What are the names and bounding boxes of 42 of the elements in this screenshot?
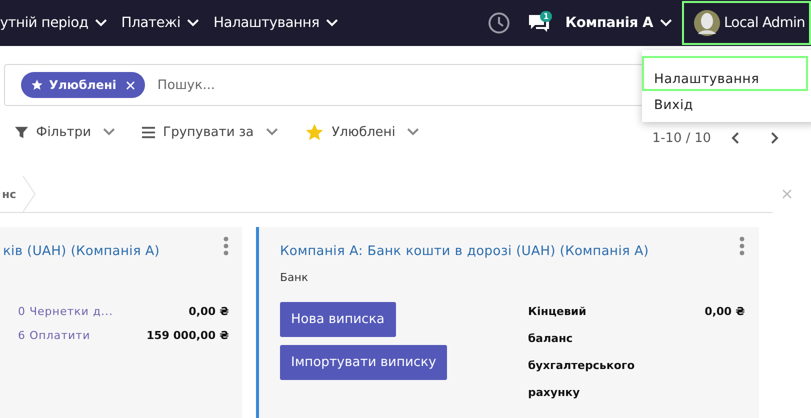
- filters-button[interactable]: Фільтри: [15, 124, 116, 140]
- more-options-icon[interactable]: [739, 236, 745, 256]
- breadcrumb-item[interactable]: нс: [0, 188, 16, 200]
- list-icon: [142, 126, 156, 138]
- previous-page-icon[interactable]: [731, 132, 739, 144]
- journal-link[interactable]: 0 Чернетки д...: [18, 305, 114, 318]
- caret-icon: [407, 128, 420, 136]
- nav-menu[interactable]: утній період: [0, 0, 108, 46]
- dropdown-item[interactable]: Вихід: [642, 91, 808, 119]
- star-icon: [31, 79, 43, 91]
- favorites-facet[interactable]: Улюблені: [21, 72, 146, 98]
- card-title[interactable]: Компанія А: Банк кошти в дорозі (UAH) (Компанія А): [280, 244, 649, 259]
- dropdown-item[interactable]: Налаштування: [642, 56, 808, 91]
- statement-button[interactable]: Нова виписка: [280, 302, 396, 337]
- caret-icon: [266, 128, 278, 136]
- amount-value: 159 000,00 ₴: [146, 329, 229, 342]
- clock-icon[interactable]: [488, 12, 510, 34]
- favorites-button[interactable]: Улюблені: [304, 122, 420, 142]
- message-count-badge: 1: [540, 11, 552, 22]
- avatar-icon: [694, 10, 720, 36]
- caret-icon: [103, 128, 116, 136]
- card-title[interactable]: ків (UAH) (Компанія А): [3, 244, 160, 259]
- statement-button[interactable]: Імпортувати виписку: [280, 345, 448, 380]
- nav-menu[interactable]: Налаштування: [213, 0, 338, 46]
- caret-icon: [95, 19, 108, 27]
- more-options-icon[interactable]: [223, 236, 229, 256]
- caret-icon: [187, 19, 200, 27]
- filter-icon: [15, 126, 28, 138]
- caret-icon: [660, 19, 672, 27]
- group-by-button[interactable]: Групувати за: [142, 124, 278, 140]
- nav-menu[interactable]: Платежі: [121, 0, 200, 46]
- facet-label: Улюблені: [49, 78, 116, 92]
- pager-value: 1-10 / 10: [652, 130, 711, 146]
- balance-value: 0,00 ₴: [704, 305, 745, 320]
- star-icon: [304, 122, 324, 142]
- company-switcher[interactable]: Компанія А: [565, 0, 672, 46]
- amount-value: 0,00 ₴: [188, 305, 229, 318]
- user-menu[interactable]: Local Admin: [682, 1, 811, 45]
- journal-link[interactable]: 6 Оплатити: [18, 329, 90, 342]
- next-page-icon[interactable]: [771, 132, 779, 144]
- caret-icon: [326, 19, 338, 27]
- journal-type: Банк: [280, 271, 310, 284]
